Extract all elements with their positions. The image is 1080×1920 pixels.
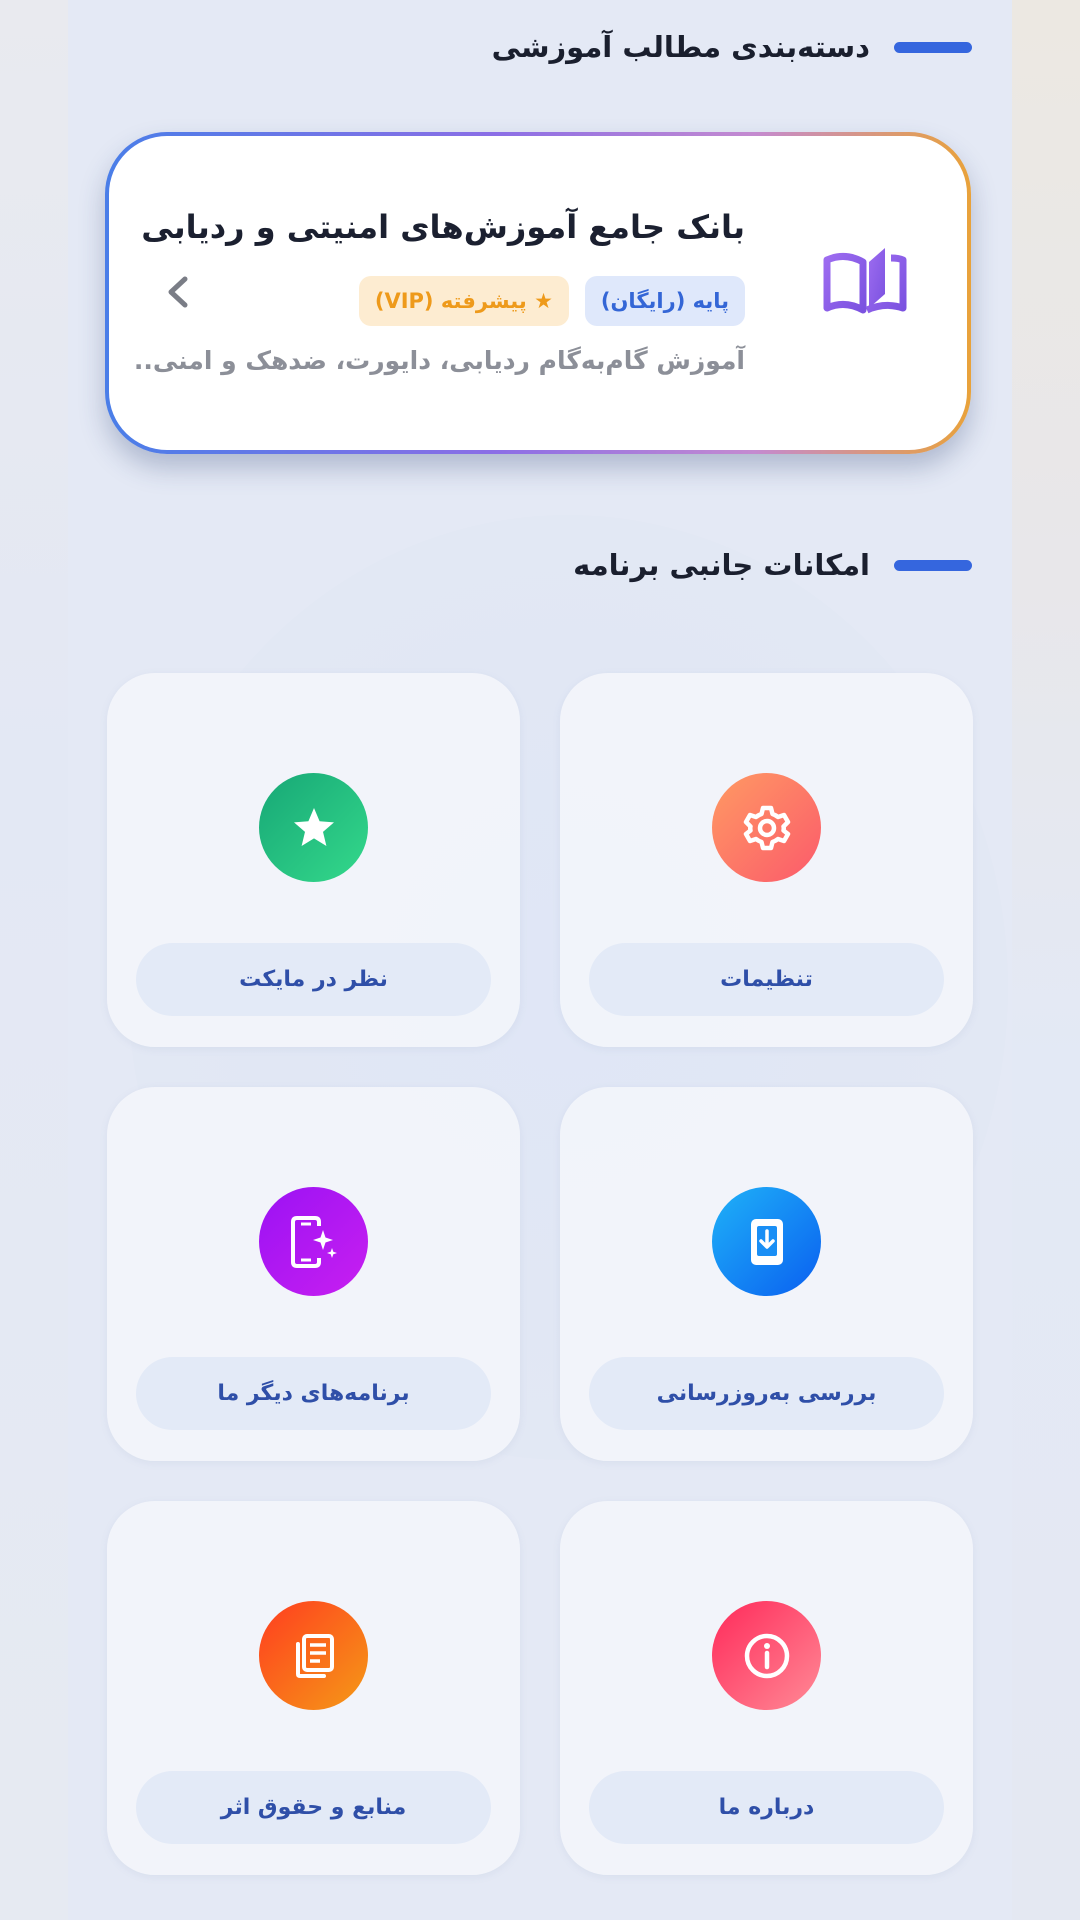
feature-label: نظر در مایکت	[136, 943, 491, 1016]
feature-card-about-us[interactable]: درباره ما	[560, 1501, 973, 1875]
badge-basic-free: پایه (رایگان)	[584, 276, 745, 326]
star-icon	[293, 807, 334, 846]
feature-label: تنظیمات	[589, 943, 944, 1016]
feature-card-settings[interactable]: تنظیمات	[560, 673, 973, 1047]
section-accent-bar	[894, 559, 972, 571]
badge-vip-advanced: ★ پیشرفته (VIP)	[358, 276, 569, 326]
rate-icon-circle	[259, 773, 368, 882]
background-left	[0, 0, 68, 1920]
phone-download-icon	[750, 1218, 783, 1265]
document-icon	[295, 1633, 334, 1678]
feature-card-check-update[interactable]: بررسی به‌روزرسانی	[560, 1087, 973, 1461]
feature-card-sources-copyright[interactable]: منابع و حقوق اثر	[107, 1501, 520, 1875]
book-open-icon	[823, 248, 907, 314]
section-title: امکانات جانبی برنامه	[573, 548, 870, 582]
sources-icon-circle	[259, 1601, 368, 1710]
banner-title: بانک جامع آموزش‌های امنیتی و ردیابی	[141, 208, 745, 246]
other-apps-icon-circle	[259, 1187, 368, 1296]
chevron-left-icon[interactable]	[163, 274, 193, 310]
section-accent-bar	[894, 41, 972, 53]
background-right	[1012, 0, 1080, 1920]
section-header-features: امکانات جانبی برنامه	[573, 548, 972, 582]
info-icon	[744, 1633, 789, 1678]
settings-icon-circle	[712, 773, 821, 882]
banner-description: آموزش گام‌به‌گام ردیابی، دایورت، ضدهک و …	[133, 346, 745, 375]
section-header-education: دسته‌بندی مطالب آموزشی	[492, 30, 972, 64]
feature-label: بررسی به‌روزرسانی	[589, 1357, 944, 1430]
feature-label: منابع و حقوق اثر	[136, 1771, 491, 1844]
phone-sparkle-icon	[290, 1215, 337, 1268]
section-title: دسته‌بندی مطالب آموزشی	[491, 30, 870, 64]
education-banner-card[interactable]: بانک جامع آموزش‌های امنیتی و ردیابی پایه…	[105, 132, 971, 454]
update-icon-circle	[712, 1187, 821, 1296]
gear-icon	[743, 805, 790, 850]
feature-label: برنامه‌های دیگر ما	[136, 1357, 491, 1430]
banner-badges: پایه (رایگان) ★ پیشرفته (VIP)	[358, 276, 745, 326]
feature-card-other-apps[interactable]: برنامه‌های دیگر ما	[107, 1087, 520, 1461]
about-icon-circle	[712, 1601, 821, 1710]
feature-label: درباره ما	[589, 1771, 944, 1844]
banner-inner: بانک جامع آموزش‌های امنیتی و ردیابی پایه…	[109, 136, 967, 450]
app-screen: دسته‌بندی مطالب آموزشی بانک جامع آموزش‌ه…	[68, 0, 1012, 1920]
feature-card-rate-myket[interactable]: نظر در مایکت	[107, 673, 520, 1047]
